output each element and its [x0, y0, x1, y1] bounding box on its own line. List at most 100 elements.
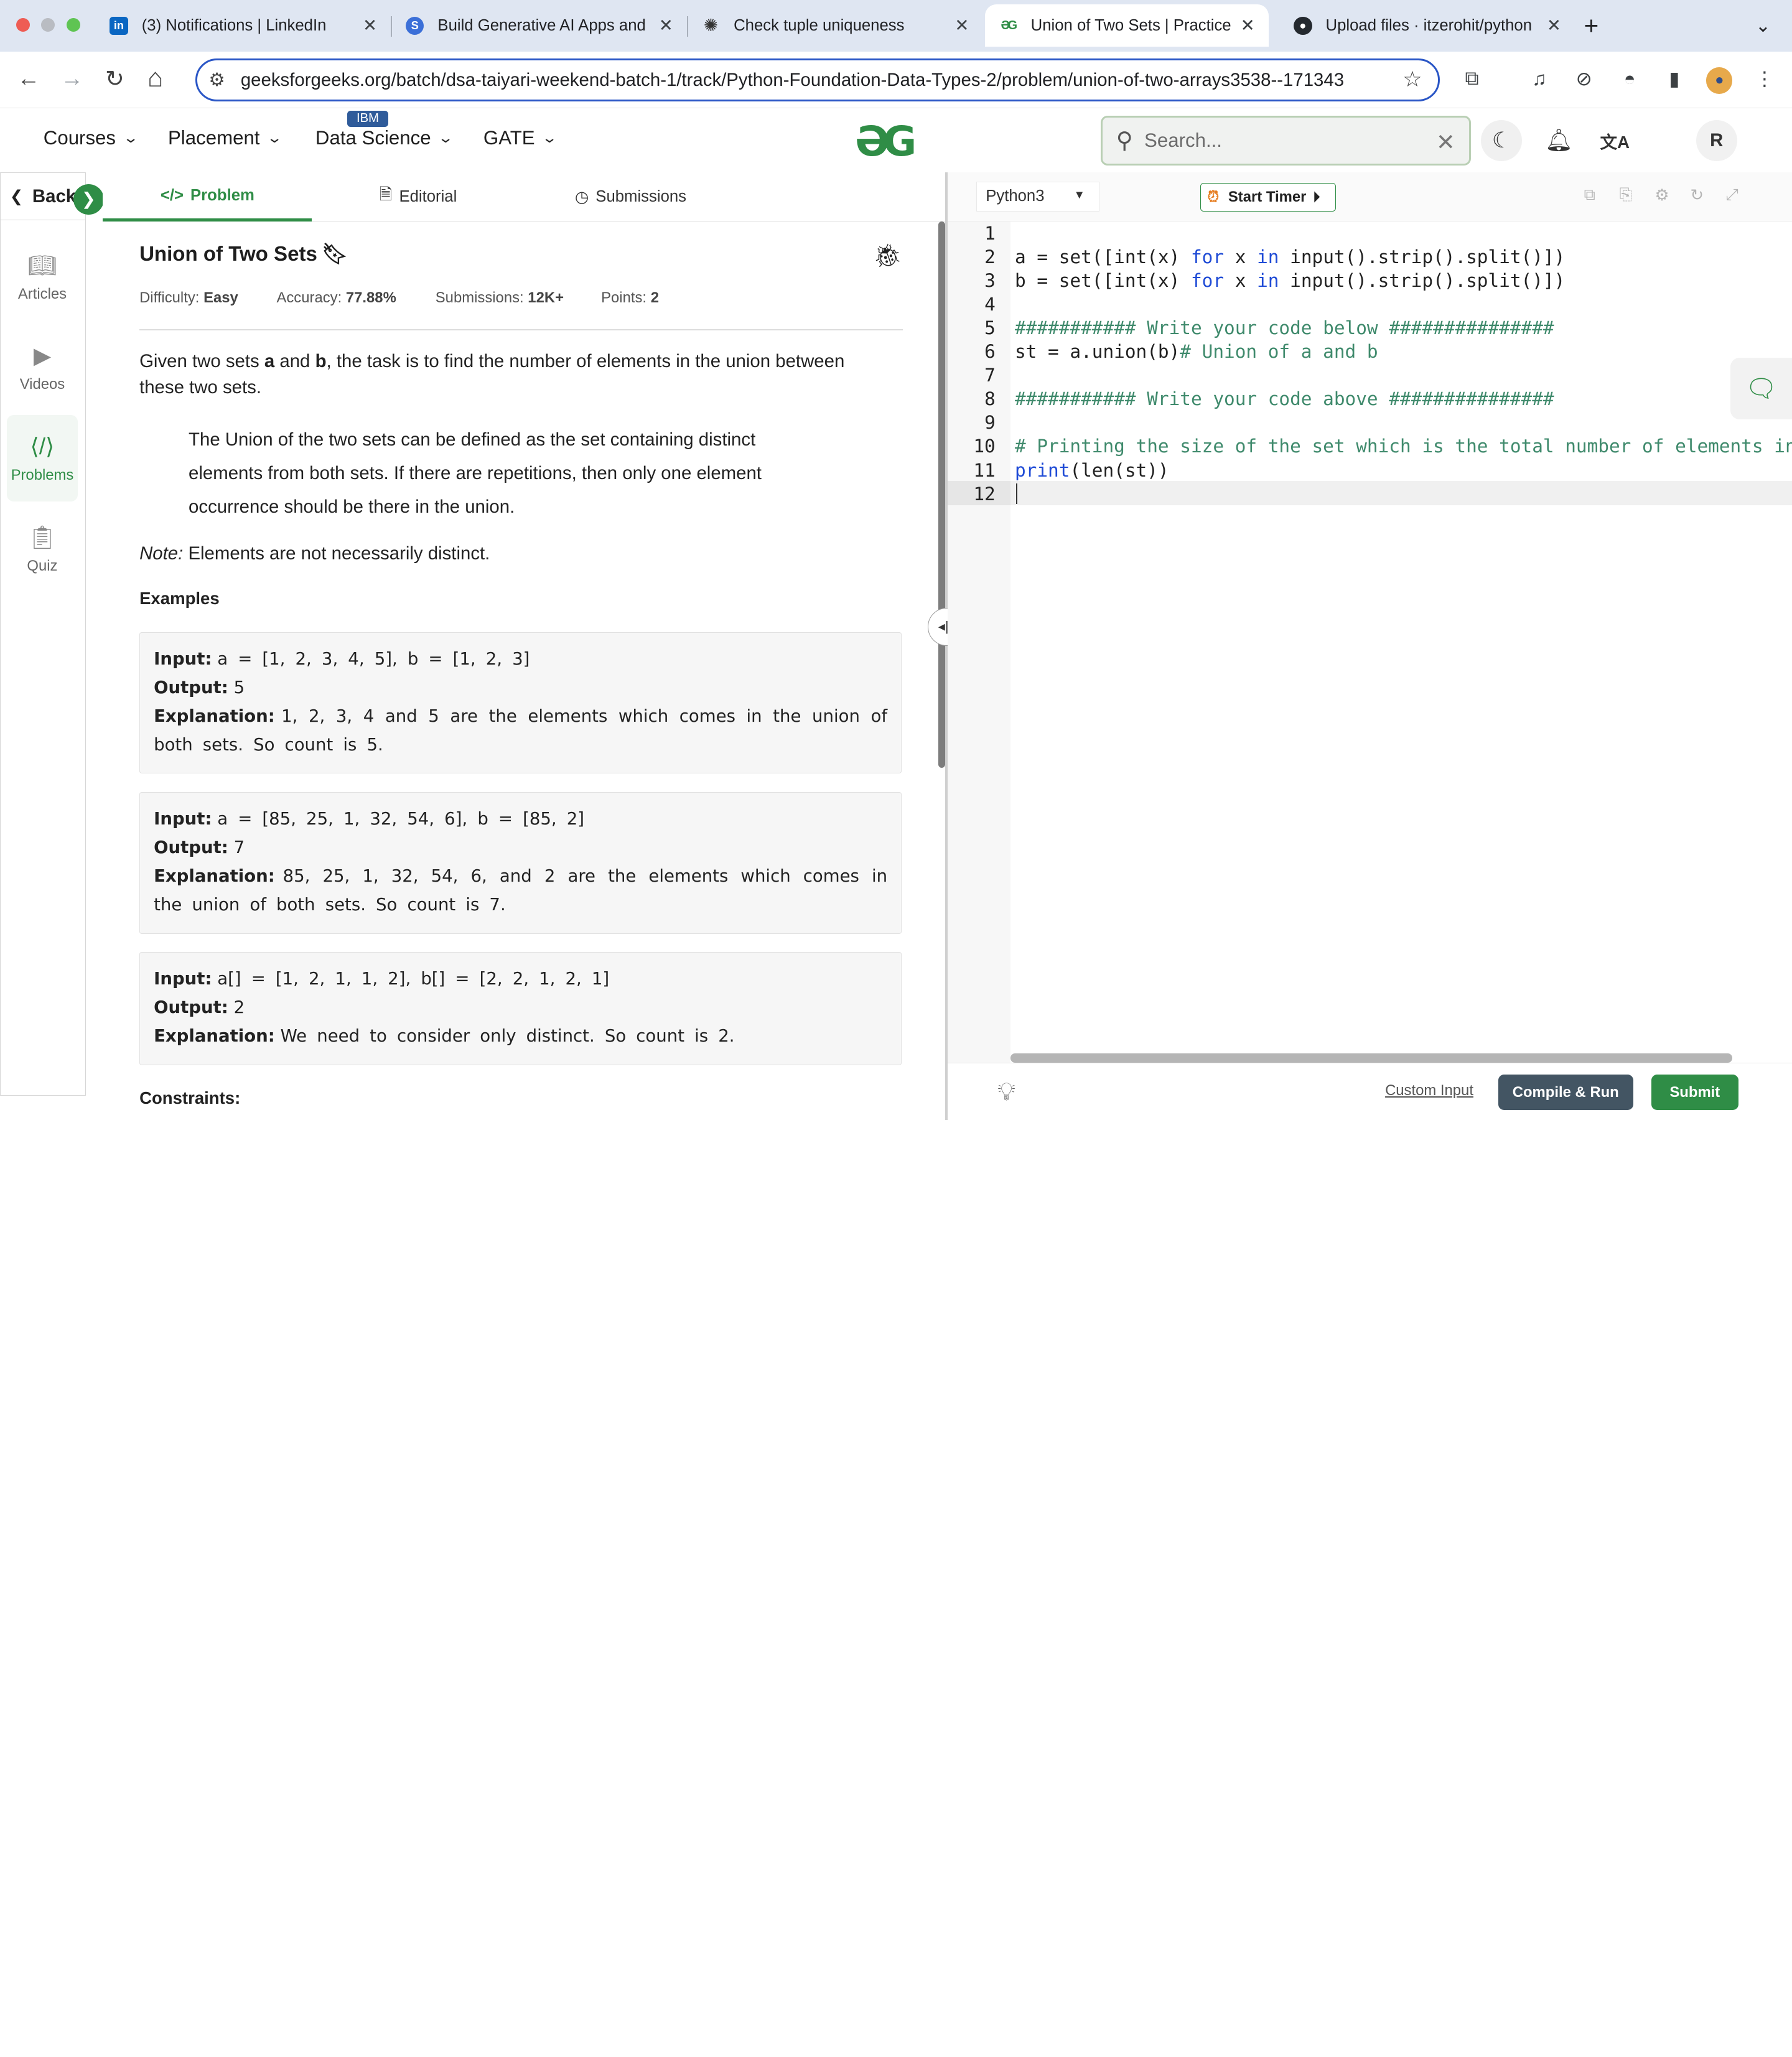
code-icon: </>: [160, 186, 184, 204]
custom-input-link[interactable]: Custom Input: [1385, 1082, 1473, 1099]
blocker-icon[interactable]: ⊘: [1572, 67, 1595, 90]
report-bug-icon[interactable]: 🐞︎: [873, 242, 902, 269]
example-2: Input: a = [85, 25, 1, 32, 54, 6], b = […: [139, 791, 902, 934]
compile-run-button[interactable]: Compile & Run: [1498, 1075, 1633, 1111]
close-tab-icon[interactable]: ✕: [659, 16, 673, 35]
browser-tab-linkedin[interactable]: in (3) Notifications | LinkedIn ✕: [96, 4, 391, 47]
example-3: Input: a[] = [1, 2, 1, 1, 2], b[] = [2, …: [139, 951, 902, 1065]
dark-mode-icon[interactable]: ☾: [1481, 119, 1523, 161]
address-bar[interactable]: ⚙ geeksforgeeks.org/batch/dsa-taiyari-we…: [195, 58, 1440, 102]
nav-label: Data Science: [315, 126, 431, 149]
back-label: Back: [32, 185, 77, 207]
tab-title: Build Generative AI Apps and: [437, 16, 646, 34]
profile-avatar-icon[interactable]: ●: [1706, 67, 1733, 94]
tab-title: Union of Two Sets | Practice |: [1030, 16, 1231, 34]
screen: in (3) Notifications | LinkedIn ✕ S Buil…: [0, 0, 1792, 1120]
nav-placement[interactable]: Placement ⌄: [168, 127, 282, 149]
browser-tab-github[interactable]: ● Upload files · itzerohit/python ✕: [1280, 4, 1575, 47]
rail-item-quiz[interactable]: 📋︎ Quiz: [7, 506, 78, 594]
bookmark-star-icon[interactable]: ☆: [1402, 67, 1422, 92]
statement-text: and: [274, 351, 315, 372]
incognito-icon[interactable]: ◓: [1618, 67, 1641, 90]
note-label: Note:: [139, 543, 184, 564]
line-number: 11: [973, 459, 996, 481]
rail-item-problems[interactable]: ⟨/⟩ Problems: [7, 414, 78, 502]
code-line-10: # Printing the size of the set which is …: [1014, 436, 1792, 457]
line-number: 3: [984, 270, 996, 292]
code-editor[interactable]: a = set([int(x) for x in input().strip()…: [1010, 222, 1792, 1063]
bell-icon[interactable]: 🔔︎: [1538, 120, 1579, 161]
media-control-icon[interactable]: ♫: [1528, 67, 1551, 90]
example-output: Output: 5: [154, 674, 887, 702]
bookmark-icon[interactable]: 🔖︎: [322, 242, 348, 266]
tab-label: Editorial: [399, 188, 457, 206]
rail-item-label: Articles: [17, 286, 67, 303]
editor-horizontal-scrollbar[interactable]: [1010, 1053, 1733, 1063]
site-search[interactable]: ⚲ Search... ✕: [1100, 115, 1471, 166]
line-number: 4: [984, 294, 996, 315]
meta-label: Points:: [601, 289, 647, 306]
tab-editorial[interactable]: 🗎︎ Editorial: [380, 172, 457, 222]
close-tab-icon[interactable]: ✕: [363, 16, 377, 35]
statement-var-b: b: [315, 351, 327, 372]
tab-submissions[interactable]: ◷ Submissions: [575, 172, 686, 222]
tab-search-button[interactable]: ⌄: [1742, 4, 1780, 47]
new-tab-button[interactable]: +: [1577, 4, 1616, 47]
editor-footer: 💡︎ Custom Input Compile & Run Submit: [947, 1063, 1792, 1120]
expand-panel-button[interactable]: ❯: [73, 184, 105, 215]
minimize-window-button[interactable]: [41, 18, 55, 32]
problem-title-text: Union of Two Sets: [139, 242, 317, 266]
site-settings-icon[interactable]: ⚙: [208, 69, 225, 91]
close-window-button[interactable]: [16, 18, 30, 32]
reload-icon[interactable]: ↻: [105, 65, 124, 92]
start-timer-button[interactable]: ⏰︎ Start Timer ⏵: [1200, 182, 1337, 212]
back-button[interactable]: ❮ Back: [0, 172, 86, 221]
forward-arrow-icon[interactable]: →: [60, 65, 83, 91]
home-icon[interactable]: ⌂: [147, 63, 164, 93]
gfg-icon: ƏG: [1001, 18, 1017, 32]
tab-problem[interactable]: </> Problem: [103, 172, 312, 222]
browser-tab-gfg-active[interactable]: ƏG Union of Two Sets | Practice | ✕: [985, 4, 1269, 47]
fullscreen-icon[interactable]: ⤢: [1725, 186, 1738, 205]
example-input: Input: a = [85, 25, 1, 32, 54, 6], b = […: [154, 805, 887, 834]
example-explanation: Explanation: We need to consider only di…: [154, 1022, 887, 1051]
language-select[interactable]: Python3 ▼: [976, 182, 1099, 212]
clear-search-icon[interactable]: ✕: [1436, 129, 1455, 156]
meta-label: Accuracy:: [276, 289, 342, 306]
line-number: 7: [984, 365, 996, 386]
line-number: 2: [984, 246, 996, 268]
example-explanation: Explanation: 85, 25, 1, 32, 54, 6, and 2…: [154, 862, 887, 920]
problem-scrollbar[interactable]: [938, 222, 945, 768]
browser-menu-icon[interactable]: ⋮: [1753, 67, 1776, 90]
extensions-icon[interactable]: ⧉: [1460, 67, 1483, 90]
submit-button[interactable]: Submit: [1651, 1075, 1738, 1111]
browser-tab-genai[interactable]: S Build Generative AI Apps and ✕: [392, 4, 687, 47]
hint-bulb-icon[interactable]: 💡︎: [997, 1077, 1015, 1107]
translate-icon[interactable]: 文A: [1594, 120, 1635, 161]
settings-icon[interactable]: ⚙: [1655, 186, 1669, 205]
close-tab-icon[interactable]: ✕: [1241, 16, 1255, 35]
reset-icon[interactable]: ↻: [1690, 186, 1704, 205]
back-arrow-icon[interactable]: ←: [17, 65, 40, 91]
nav-data-science[interactable]: Data Science ⌄: [315, 126, 454, 149]
site-header: Courses ⌄ Placement ⌄ IBM Data Science ⌄ GA…: [0, 108, 1792, 173]
gfg-logo[interactable]: ƏG: [855, 118, 917, 166]
maximize-window-button[interactable]: [66, 18, 80, 32]
rail-item-articles[interactable]: 📖︎ Articles: [7, 235, 78, 322]
close-tab-icon[interactable]: ✕: [954, 16, 969, 35]
copy-icon[interactable]: ⧉: [1584, 186, 1595, 205]
close-tab-icon[interactable]: ✕: [1547, 16, 1561, 35]
output-value: 2: [233, 997, 245, 1018]
rail-item-videos[interactable]: ▶ Videos: [7, 325, 78, 412]
nav-courses[interactable]: Courses ⌄: [44, 127, 139, 149]
export-icon[interactable]: ⎘: [1620, 186, 1633, 205]
user-avatar[interactable]: R: [1696, 119, 1737, 161]
tab-label: Submissions: [595, 188, 687, 206]
plus-icon: +: [1584, 11, 1599, 40]
nav-gate[interactable]: GATE ⌄: [483, 127, 558, 149]
github-icon: ●: [1294, 16, 1312, 35]
browser-tab-chatgpt[interactable]: ✺ Check tuple uniqueness ✕: [688, 4, 983, 47]
chat-icon[interactable]: 🗨︎: [1730, 357, 1792, 420]
bookmark-extension-icon[interactable]: ▮: [1663, 67, 1686, 90]
chevron-down-icon: ⌄: [1755, 15, 1771, 36]
